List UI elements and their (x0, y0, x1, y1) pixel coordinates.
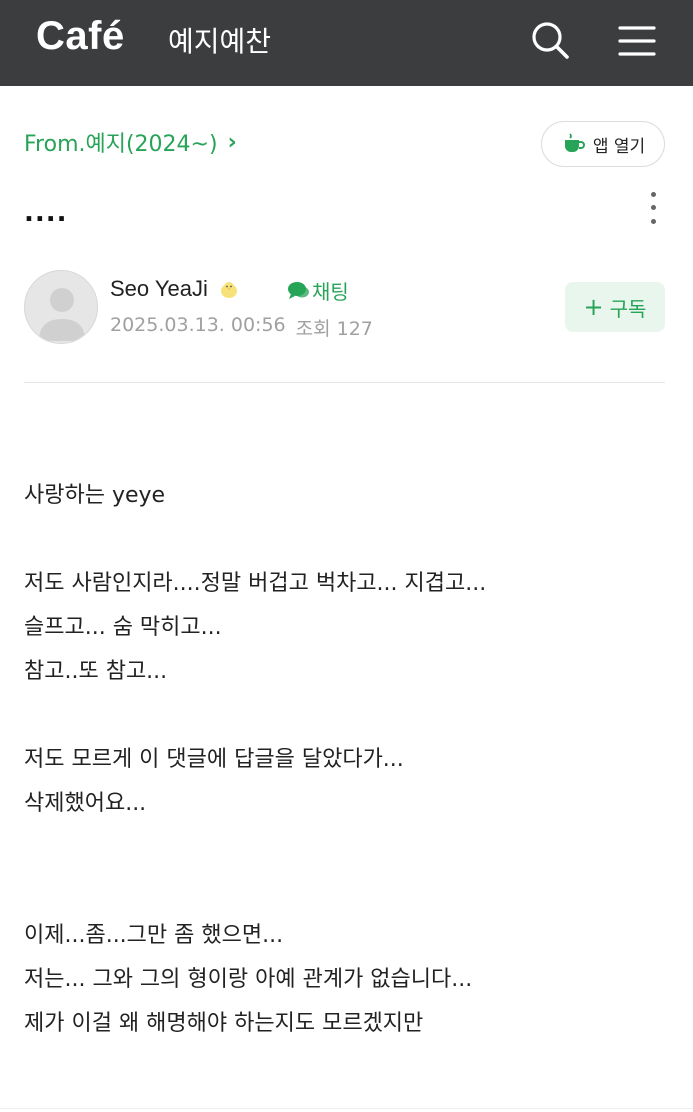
body-line: 저는... 그와 그의 형이랑 아예 관계가 없습니다... (24, 967, 473, 992)
body-line: 제가 이걸 왜 해명해야 하는지도 모르겠지만 (24, 1011, 424, 1036)
body-line-blank (24, 518, 674, 562)
body-line: 이제...좀...그만 좀 했으면... (24, 923, 284, 948)
bottom-divider (0, 1108, 693, 1109)
chevron-right-icon: › (227, 129, 237, 155)
plus-icon: + (583, 293, 604, 321)
cafe-logo[interactable]: Café (36, 14, 125, 59)
menu-button[interactable] (612, 16, 662, 66)
open-app-label: 앱 열기 (592, 136, 646, 157)
avatar[interactable] (24, 270, 98, 344)
chick-level-icon (220, 282, 237, 298)
post-title: .... (24, 198, 68, 228)
cup-icon (564, 133, 585, 152)
open-app-button[interactable]: 앱 열기 (541, 121, 665, 167)
chat-button[interactable]: 채팅 (286, 276, 349, 305)
post-date: 2025.03.13. 00:56 (110, 314, 286, 336)
author-name: Seo YeaJi (110, 276, 208, 301)
body-line-blank (24, 826, 674, 870)
post-body: 사랑하는 yeye 저도 사람인지라....정말 버겁고 벅차고... 지겹고.… (24, 474, 674, 1046)
board-link[interactable]: From.예지(2024~) › (24, 126, 237, 158)
body-line: 저도 사람인지라....정말 버겁고 벅차고... 지겹고... (24, 571, 487, 596)
more-vertical-icon (650, 192, 656, 198)
author-name-row[interactable]: Seo YeaJi (110, 276, 240, 302)
subscribe-button[interactable]: + 구독 (565, 282, 665, 332)
view-count: 조회 127 (295, 318, 373, 340)
subscribe-label: 구독 (609, 296, 647, 321)
chat-bubble-icon (288, 281, 309, 299)
body-line: 슬프고... 숨 막히고... (24, 615, 222, 640)
search-icon (532, 22, 569, 59)
body-line-blank (24, 870, 674, 914)
body-line: 참고..또 참고... (24, 659, 168, 684)
cafe-name[interactable]: 예지예찬 (168, 20, 271, 60)
body-line: 사랑하는 yeye (24, 483, 166, 508)
chat-label: 채팅 (312, 280, 349, 304)
menu-icon (618, 26, 656, 56)
body-line: 저도 모르게 이 댓글에 답글을 달았다가... (24, 747, 404, 772)
body-line: 삭제했어요... (24, 791, 147, 816)
board-link-label: From.예지(2024~) (24, 132, 218, 157)
divider (24, 382, 665, 383)
default-profile-icon (39, 288, 85, 341)
body-line-blank (24, 694, 674, 738)
post-meta: 2025.03.13. 00:56 조회 127 (110, 314, 373, 341)
search-button[interactable] (526, 16, 576, 66)
more-options-button[interactable] (640, 188, 666, 228)
top-app-bar: Café 예지예찬 (0, 0, 693, 86)
